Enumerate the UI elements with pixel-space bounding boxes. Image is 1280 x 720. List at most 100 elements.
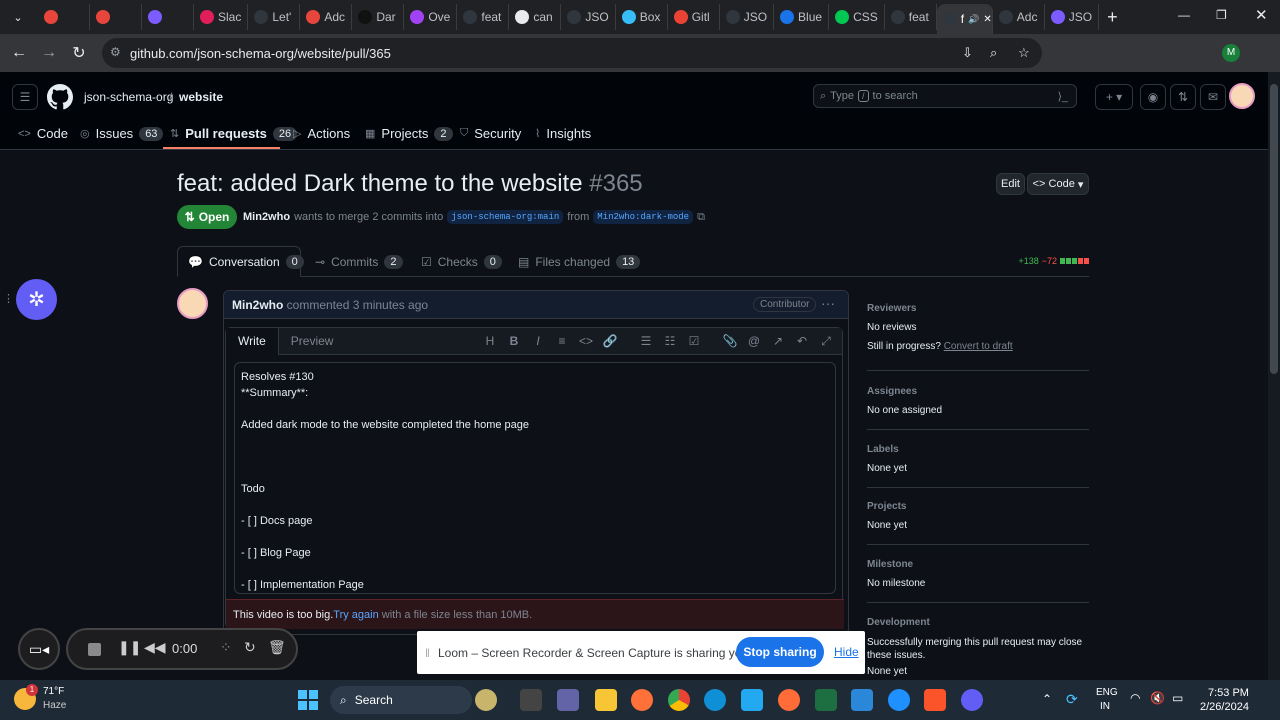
- command-palette-icon[interactable]: ⟩_: [1058, 90, 1068, 103]
- browser-tab[interactable]: Let': [248, 4, 301, 30]
- repo-nav-actions[interactable]: ▷ Actions: [293, 126, 350, 141]
- tray-chevron-icon[interactable]: ⌃: [1042, 692, 1052, 706]
- taskbar-app-postman[interactable]: [778, 689, 800, 711]
- try-again-link[interactable]: Try again: [333, 609, 378, 621]
- write-tab[interactable]: Write: [226, 327, 279, 355]
- browser-tab[interactable]: JSO: [720, 4, 775, 30]
- taskbar-app-pinned-1[interactable]: [475, 689, 497, 711]
- taskbar-app-store[interactable]: [851, 689, 873, 711]
- scrollbar-thumb[interactable]: [1270, 84, 1278, 374]
- tab-commits[interactable]: ⊸ Commits 2: [315, 246, 403, 277]
- link-icon[interactable]: 🔗: [602, 334, 618, 348]
- drag-handle-icon[interactable]: ‖: [425, 646, 430, 660]
- task-list-icon[interactable]: ☑: [686, 334, 702, 348]
- fullscreen-icon[interactable]: ⤢: [818, 334, 834, 349]
- tab-checks[interactable]: ☑ Checks 0: [421, 246, 502, 277]
- zoom-icon[interactable]: ⌕: [990, 45, 997, 61]
- taskbar-app-brave[interactable]: [924, 689, 946, 711]
- hide-link[interactable]: Hide: [834, 645, 859, 659]
- forward-icon[interactable]: →: [36, 40, 62, 66]
- attach-icon[interactable]: 📎: [722, 334, 738, 348]
- heading-icon[interactable]: H: [482, 334, 498, 348]
- taskbar-app-excel[interactable]: [815, 689, 837, 711]
- taskbar-app-messenger[interactable]: [888, 689, 910, 711]
- stop-recording-icon[interactable]: [88, 643, 101, 656]
- repo-nav-projects[interactable]: ▦ Projects 2: [365, 126, 453, 141]
- new-tab-button[interactable]: +: [1107, 7, 1118, 28]
- start-button[interactable]: [298, 690, 318, 710]
- browser-tab[interactable]: Slac: [194, 4, 249, 30]
- restart-icon[interactable]: ↻: [244, 639, 256, 656]
- browser-tab[interactable]: f 🔊 ✕: [936, 4, 993, 34]
- projects-heading[interactable]: Projects: [867, 501, 1089, 512]
- browser-tab[interactable]: Dar: [352, 4, 405, 30]
- comment-textarea[interactable]: Resolves #130 **Summary**: Added dark mo…: [234, 362, 836, 594]
- tab-files-changed[interactable]: ▤ Files changed 13: [518, 246, 641, 277]
- convert-to-draft-link[interactable]: Convert to draft: [944, 341, 1013, 352]
- cross-reference-icon[interactable]: ↗: [770, 334, 786, 348]
- repo-nav-insights[interactable]: ⌇ Insights: [535, 126, 591, 141]
- back-icon[interactable]: ←: [6, 40, 32, 66]
- copy-icon[interactable]: ⧉: [697, 211, 705, 224]
- browser-tab[interactable]: [90, 4, 142, 30]
- reload-icon[interactable]: ↻: [66, 40, 92, 66]
- browser-tab[interactable]: JSO: [561, 4, 616, 30]
- taskbar-app-chrome[interactable]: [668, 689, 690, 711]
- close-window-button[interactable]: ✕: [1255, 6, 1268, 24]
- numbered-list-icon[interactable]: ☰: [638, 334, 654, 348]
- browser-tab[interactable]: CSS: [829, 4, 885, 30]
- search-input[interactable]: ⌕ Type / to search ⟩_: [813, 84, 1077, 108]
- bookmark-star-icon[interactable]: ☆: [1018, 45, 1030, 61]
- quote-icon[interactable]: ≡: [554, 334, 570, 348]
- commenter-avatar[interactable]: [177, 288, 208, 319]
- camera-toggle-icon[interactable]: ▭◂: [18, 628, 60, 670]
- page-scrollbar[interactable]: [1268, 72, 1280, 680]
- rewind-icon[interactable]: ◀◀: [144, 639, 166, 656]
- drawing-grid-icon[interactable]: ⁘: [220, 639, 232, 656]
- taskbar-app-vscode[interactable]: [741, 689, 763, 711]
- reply-icon[interactable]: ↶: [794, 334, 810, 348]
- address-bar[interactable]: ⚙ github.com/json-schema-org/website/pul…: [102, 38, 1042, 68]
- code-button[interactable]: <> Code ▾: [1027, 173, 1089, 195]
- clock-time[interactable]: 7:53 PM: [1208, 687, 1249, 699]
- repo-nav-pull-requests[interactable]: ⇅ Pull requests 26: [170, 126, 298, 141]
- taskbar-app-file-explorer[interactable]: [595, 689, 617, 711]
- taskbar-app-firefox[interactable]: [631, 689, 653, 711]
- close-tab-icon[interactable]: ✕: [983, 14, 991, 25]
- tab-search-icon[interactable]: ⌄: [6, 4, 30, 30]
- github-logo-icon[interactable]: [47, 84, 73, 110]
- browser-tab[interactable]: [38, 4, 90, 30]
- bullet-list-icon[interactable]: ☷: [662, 334, 678, 348]
- assignees-heading[interactable]: Assignees: [867, 386, 1089, 397]
- language-indicator[interactable]: ENG: [1096, 687, 1118, 698]
- browser-tab[interactable]: feat: [457, 4, 510, 30]
- loom-launcher-button[interactable]: ✲: [16, 279, 57, 320]
- browser-tab[interactable]: [142, 4, 194, 30]
- create-new-button[interactable]: + ▾: [1095, 84, 1133, 110]
- delete-icon[interactable]: 🗑: [268, 639, 286, 656]
- author-link[interactable]: Min2who: [243, 211, 290, 223]
- org-link[interactable]: json-schema-org: [84, 90, 173, 104]
- browser-tab[interactable]: Adc: [300, 4, 353, 30]
- tab-conversation[interactable]: 💬 Conversation 0: [177, 246, 304, 277]
- milestone-heading[interactable]: Milestone: [867, 559, 1089, 570]
- taskbar-app-video-call[interactable]: [557, 689, 579, 711]
- taskbar-app-loom[interactable]: [961, 689, 983, 711]
- site-info-icon[interactable]: ⚙: [110, 45, 121, 59]
- maximize-button[interactable]: ❐: [1216, 8, 1227, 22]
- preview-tab[interactable]: Preview: [279, 328, 346, 355]
- bold-icon[interactable]: B: [506, 334, 522, 348]
- minimize-button[interactable]: —: [1178, 8, 1190, 22]
- browser-tab[interactable]: Blue: [774, 4, 830, 30]
- head-branch[interactable]: Min2who:dark-mode: [593, 210, 694, 224]
- inbox-icon[interactable]: ✉: [1200, 84, 1226, 110]
- browser-tab[interactable]: Gitl: [668, 4, 720, 30]
- development-heading[interactable]: Development: [867, 617, 1089, 628]
- issues-icon[interactable]: ◉: [1140, 84, 1166, 110]
- pull-requests-icon[interactable]: ⇅: [1170, 84, 1196, 110]
- weather-widget[interactable]: 1 71°F Haze: [14, 684, 84, 716]
- base-branch[interactable]: json-schema-org:main: [447, 210, 564, 224]
- wifi-icon[interactable]: ◠: [1130, 691, 1140, 705]
- browser-tab[interactable]: feat: [885, 4, 937, 30]
- more-options-icon[interactable]: ···: [821, 295, 835, 311]
